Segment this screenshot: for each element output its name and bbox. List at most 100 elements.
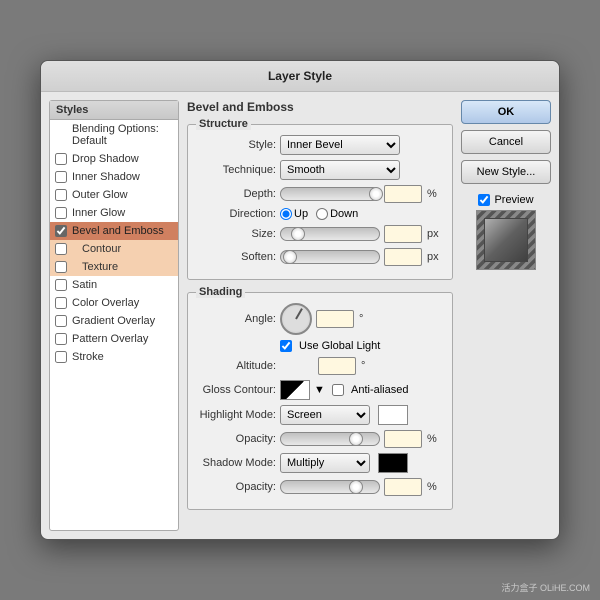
pattern-overlay-item[interactable]: Pattern Overlay (50, 330, 178, 348)
outer-glow-checkbox[interactable] (55, 189, 67, 201)
global-light-label: Use Global Light (299, 340, 380, 352)
inner-glow-checkbox[interactable] (55, 207, 67, 219)
stroke-checkbox[interactable] (55, 351, 67, 363)
inner-shadow-checkbox[interactable] (55, 171, 67, 183)
style-row: Style: Inner Bevel Outer Bevel Emboss Pi… (196, 135, 444, 155)
ok-button[interactable]: OK (461, 100, 551, 124)
contour-checkbox[interactable] (55, 243, 67, 255)
preview-section: Preview (461, 194, 551, 270)
inner-shadow-item[interactable]: Inner Shadow (50, 168, 178, 186)
depth-input[interactable]: 1000 (384, 185, 422, 203)
inner-glow-item[interactable]: Inner Glow (50, 204, 178, 222)
buttons-panel: OK Cancel New Style... Preview (461, 100, 551, 531)
highlight-opacity-input[interactable]: 75 (384, 430, 422, 448)
highlight-opacity-thumb[interactable] (349, 432, 363, 446)
direction-down-radio[interactable] (316, 208, 328, 220)
satin-checkbox[interactable] (55, 279, 67, 291)
shading-section: Shading Angle: 120 ° Use Global Light Al… (187, 292, 453, 510)
size-input[interactable]: 2 (384, 225, 422, 243)
angle-input[interactable]: 120 (316, 310, 354, 328)
highlight-mode-label: Highlight Mode: (196, 409, 276, 421)
preview-inner (484, 218, 528, 262)
outer-glow-item[interactable]: Outer Glow (50, 186, 178, 204)
shadow-mode-select[interactable]: Multiply Normal Screen (280, 453, 370, 473)
preview-label-row: Preview (478, 194, 533, 206)
color-overlay-checkbox[interactable] (55, 297, 67, 309)
shading-label: Shading (196, 286, 245, 298)
technique-select[interactable]: Smooth Chisel Hard Chisel Soft (280, 160, 400, 180)
global-light-row: Use Global Light (280, 340, 444, 352)
angle-hand (295, 308, 303, 319)
direction-field-label: Direction: (196, 208, 276, 220)
texture-checkbox[interactable] (55, 261, 67, 273)
shadow-opacity-input[interactable]: 75 (384, 478, 422, 496)
direction-up-radio[interactable] (280, 208, 292, 220)
size-slider[interactable] (280, 227, 380, 241)
gradient-overlay-item[interactable]: Gradient Overlay (50, 312, 178, 330)
shadow-opacity-slider[interactable] (280, 480, 380, 494)
bevel-emboss-checkbox[interactable] (55, 225, 67, 237)
highlight-mode-row: Highlight Mode: Screen Normal Multiply (196, 405, 444, 425)
bevel-emboss-item[interactable]: Bevel and Emboss (50, 222, 178, 240)
shadow-opacity-label: Opacity: (196, 481, 276, 493)
style-select[interactable]: Inner Bevel Outer Bevel Emboss Pillow Em… (280, 135, 400, 155)
dialog-title: Layer Style (41, 61, 559, 92)
styles-header[interactable]: Styles (50, 101, 178, 120)
gloss-arrow: ▼ (314, 384, 320, 396)
gloss-contour-preview[interactable] (280, 380, 310, 400)
shadow-opacity-unit: % (427, 481, 437, 493)
angle-wheel[interactable] (280, 303, 312, 335)
soften-input[interactable]: 0 (384, 248, 422, 266)
contour-item[interactable]: Contour (50, 240, 178, 258)
shadow-mode-row: Shadow Mode: Multiply Normal Screen (196, 453, 444, 473)
new-style-button[interactable]: New Style... (461, 160, 551, 184)
blending-options-item[interactable]: Blending Options: Default (50, 120, 178, 150)
direction-down-label[interactable]: Down (316, 208, 358, 220)
main-content: Bevel and Emboss Structure Style: Inner … (187, 100, 453, 531)
highlight-color-swatch[interactable] (378, 405, 408, 425)
depth-slider[interactable] (280, 187, 380, 201)
angle-row: Angle: 120 ° (196, 303, 444, 335)
altitude-unit: ° (361, 360, 365, 372)
anti-aliased-checkbox[interactable] (332, 384, 344, 396)
bevel-emboss-title: Bevel and Emboss (187, 100, 453, 114)
direction-radio-group: Up Down (280, 208, 358, 220)
structure-section: Structure Style: Inner Bevel Outer Bevel… (187, 124, 453, 280)
global-light-checkbox[interactable] (280, 340, 292, 352)
depth-field-label: Depth: (196, 188, 276, 200)
layer-style-dialog: Layer Style Styles Blending Options: Def… (40, 60, 560, 540)
preview-text: Preview (494, 194, 533, 206)
soften-slider-thumb[interactable] (283, 250, 297, 264)
pattern-overlay-checkbox[interactable] (55, 333, 67, 345)
altitude-row: Altitude: 30 ° (196, 357, 444, 375)
preview-checkbox[interactable] (478, 194, 490, 206)
drop-shadow-checkbox[interactable] (55, 153, 67, 165)
gradient-overlay-checkbox[interactable] (55, 315, 67, 327)
shadow-color-swatch[interactable] (378, 453, 408, 473)
color-overlay-item[interactable]: Color Overlay (50, 294, 178, 312)
texture-item[interactable]: Texture (50, 258, 178, 276)
technique-field-label: Technique: (196, 164, 276, 176)
structure-label: Structure (196, 118, 251, 130)
drop-shadow-item[interactable]: Drop Shadow (50, 150, 178, 168)
highlight-opacity-slider[interactable] (280, 432, 380, 446)
shadow-opacity-thumb[interactable] (349, 480, 363, 494)
altitude-field-label: Altitude: (196, 360, 276, 372)
highlight-opacity-label: Opacity: (196, 433, 276, 445)
direction-row: Direction: Up Down (196, 208, 444, 220)
direction-up-label[interactable]: Up (280, 208, 308, 220)
styles-panel: Styles Blending Options: Default Drop Sh… (49, 100, 179, 531)
size-slider-thumb[interactable] (291, 227, 305, 241)
highlight-opacity-unit: % (427, 433, 437, 445)
satin-item[interactable]: Satin (50, 276, 178, 294)
stroke-item[interactable]: Stroke (50, 348, 178, 366)
gloss-contour-row: Gloss Contour: ▼ Anti-aliased (196, 380, 444, 400)
altitude-input[interactable]: 30 (318, 357, 356, 375)
highlight-mode-select[interactable]: Screen Normal Multiply (280, 405, 370, 425)
soften-field-label: Soften: (196, 251, 276, 263)
soften-slider[interactable] (280, 250, 380, 264)
depth-slider-thumb[interactable] (369, 187, 383, 201)
shadow-mode-label: Shadow Mode: (196, 457, 276, 469)
cancel-button[interactable]: Cancel (461, 130, 551, 154)
watermark: 活力盒子 OLiHE.COM (501, 581, 590, 594)
